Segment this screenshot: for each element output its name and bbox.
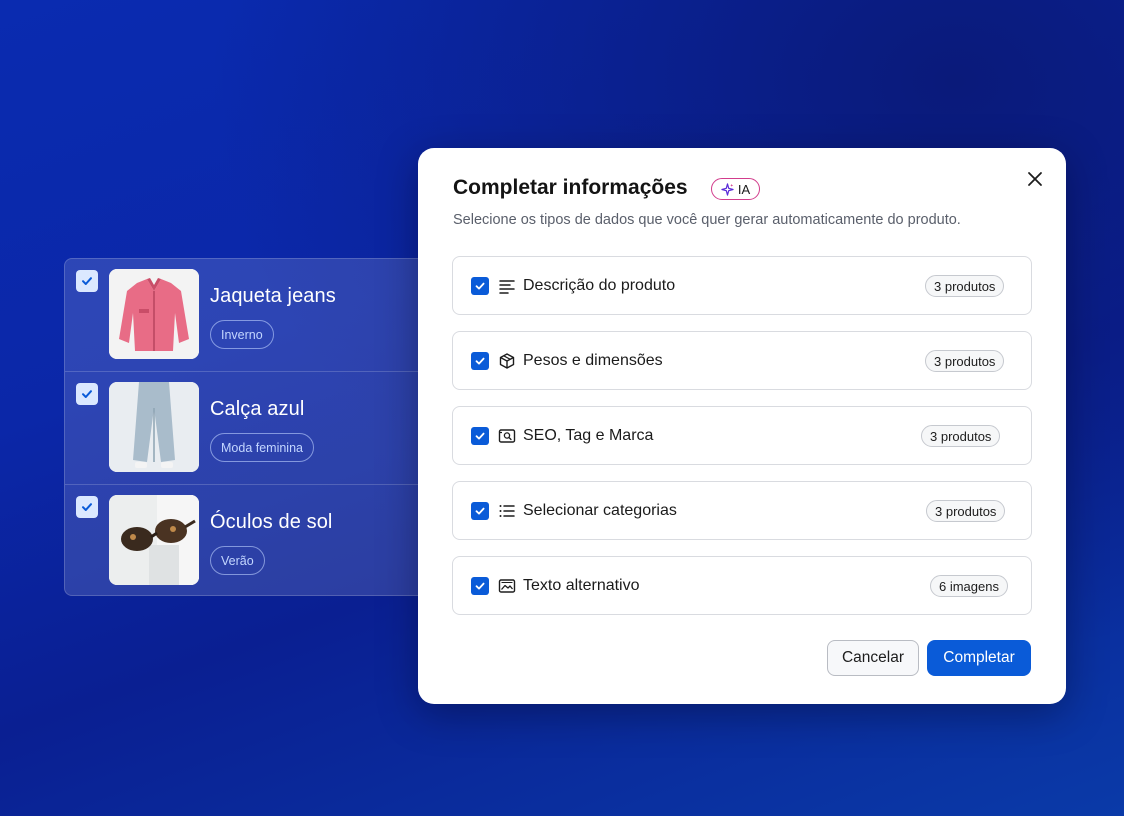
product-name: Jaqueta jeans [210,285,336,307]
option-label: Descrição do produto [523,277,676,294]
check-icon [475,282,485,290]
check-icon [475,432,485,440]
blue-pants-image [109,382,199,472]
option-select-categories[interactable]: Selecionar categorias 3 produtos [452,481,1032,540]
product-tag: Moda feminina [210,433,314,462]
product-list-panel: Jaqueta jeans Inverno Calça azul Moda fe… [64,258,444,596]
text-align-icon [497,276,517,296]
cancel-button[interactable]: Cancelar [827,640,919,676]
close-icon [1028,172,1042,186]
count-badge: 6 imagens [930,575,1008,597]
sparkle-icon [721,182,734,196]
option-checkbox[interactable] [471,577,489,595]
seo-search-icon [497,426,517,446]
product-row-2[interactable]: Calça azul Moda feminina [65,372,443,485]
pink-jacket-image [109,269,199,359]
option-weights-dimensions[interactable]: Pesos e dimensões 3 produtos [452,331,1032,390]
option-label: Selecionar categorias [523,502,677,519]
option-label: SEO, Tag e Marca [523,427,654,444]
product-name: Calça azul [210,398,305,420]
complete-button[interactable]: Completar [927,640,1031,676]
check-icon [475,357,485,365]
check-icon [475,582,485,590]
option-checkbox[interactable] [471,352,489,370]
check-icon [475,507,485,515]
product-tag: Inverno [210,320,274,349]
option-label: Pesos e dimensões [523,352,663,369]
option-alt-text[interactable]: Texto alternativo 6 imagens [452,556,1032,615]
option-checkbox[interactable] [471,427,489,445]
product-checkbox[interactable] [76,383,98,405]
product-row-3[interactable]: Óculos de sol Verão [65,485,443,595]
product-checkbox[interactable] [76,270,98,292]
list-icon [497,501,517,521]
ai-badge-label: IA [737,181,751,197]
modal-subtitle: Selecione os tipos de dados que você que… [453,212,961,228]
product-tag: Verão [210,546,265,575]
count-badge: 3 produtos [925,275,1005,297]
check-icon [82,503,92,511]
sunglasses-image [109,495,199,585]
product-checkbox[interactable] [76,496,98,518]
product-name: Óculos de sol [210,511,333,533]
complete-info-modal: Completar informações IA Selecione os ti… [418,148,1066,704]
modal-title: Completar informações [453,176,688,199]
image-icon [497,576,517,596]
ai-badge: IA [711,178,760,200]
option-checkbox[interactable] [471,277,489,295]
box-icon [497,351,517,371]
count-badge: 3 produtos [925,350,1005,372]
option-label: Texto alternativo [523,577,640,594]
count-badge: 3 produtos [926,500,1006,522]
product-row-1[interactable]: Jaqueta jeans Inverno [65,259,443,372]
count-badge: 3 produtos [921,425,1001,447]
option-product-description[interactable]: Descrição do produto 3 produtos [452,256,1032,315]
option-checkbox[interactable] [471,502,489,520]
option-seo-tag-brand[interactable]: SEO, Tag e Marca 3 produtos [452,406,1032,465]
check-icon [82,277,92,285]
check-icon [82,390,92,398]
close-button[interactable] [1024,168,1046,190]
